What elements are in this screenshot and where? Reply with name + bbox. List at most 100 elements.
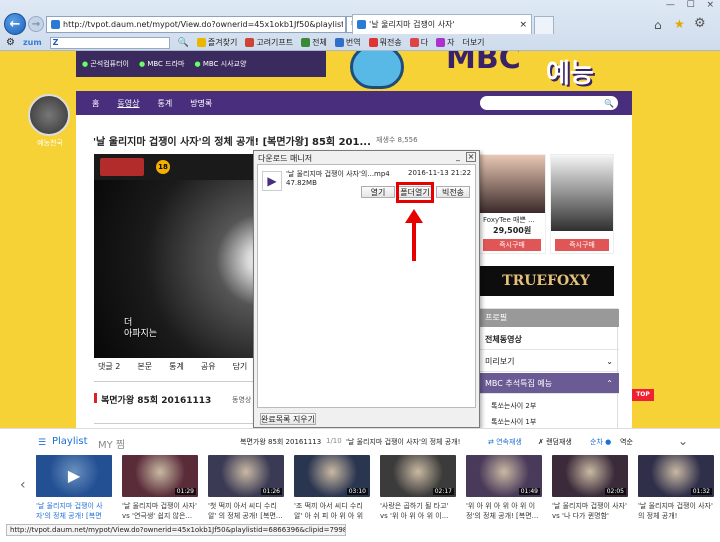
header-link-2[interactable]: ● MBC 드라마 [139, 59, 185, 69]
nav-search-icon[interactable]: 🔍 [604, 99, 614, 108]
cmd-more[interactable]: 더보기 [462, 37, 484, 48]
clip-caption: '날 울리지마 겁쟁이 사자' vs '나 다가 퀸명함' [552, 502, 627, 520]
favorites-star-icon[interactable]: ★ [674, 17, 685, 31]
clip-caption: '조 떡끼 아서 씨디 수리 알' 아 쉬 피 아 위 아 위 이... [294, 502, 364, 520]
order-sequential[interactable]: 순차 ● [590, 437, 611, 447]
tab-close-icon[interactable]: × [519, 20, 527, 30]
ad-image-2 [551, 155, 613, 231]
tab-body[interactable]: 본문 [137, 361, 152, 377]
top-button[interactable]: TOP [632, 389, 654, 401]
resend-button[interactable]: 빅전송 [436, 186, 470, 198]
playlist-thumbnail: ▶ [36, 455, 112, 497]
tab-playlist[interactable]: Playlist [52, 436, 88, 447]
playlist-item[interactable]: 01:29 '날 울리지마 겁쟁이 사자' vs '연극생' 쉽지 않은... [122, 455, 198, 529]
maximize-icon[interactable]: ☐ [687, 0, 695, 12]
ad-brand-banner[interactable]: TRUEFOXY [478, 266, 614, 296]
clear-completed-button[interactable]: 완료목록 지우기 [260, 413, 316, 425]
order-reverse[interactable]: 역순 [620, 437, 633, 447]
nav-guestbook[interactable]: 방명록 [190, 98, 212, 109]
ad-card-2[interactable]: 즉시구매 [550, 154, 614, 254]
repeat-icon: ⇄ [488, 438, 494, 446]
shuffle-toggle[interactable]: ✗ 랜덤재생 [538, 437, 572, 447]
tab-my-saved[interactable]: MY 찜 [98, 436, 125, 451]
playlist-item[interactable]: 02:05 '날 울리지마 겁쟁이 사자' vs '나 다가 퀸명함' [552, 455, 628, 529]
highlight-box [396, 182, 434, 203]
zum-logo[interactable]: zum [23, 38, 42, 47]
nav-home[interactable]: 홈 [92, 98, 99, 109]
open-button[interactable]: 열기 [361, 186, 395, 198]
clip-duration: 01:26 [260, 488, 282, 495]
now-playing-clip: '날 울리지마 겁쟁이 사자'의 정체 공개! [346, 438, 461, 446]
channel-avatar[interactable] [28, 94, 70, 136]
tools-gear-icon[interactable]: ⚙ [6, 37, 15, 48]
playlist-item[interactable]: 01:32 '날 울리지마 겁쟁이 사자' 의 정체 공개! [638, 455, 714, 529]
rating-badge: 18 [156, 160, 170, 174]
cmd-gift[interactable]: 고려기프트 [245, 37, 293, 48]
screen: ← → http://tvpot.daum.net/mypot/View.do?… [0, 0, 720, 542]
command-bar: ⚙ zum Z 🔍 즐겨찾기 고려기프트 전체 번역 뭐전송 다 자 더보기 [0, 35, 720, 50]
ad-image-1 [479, 155, 545, 213]
cmd-ja[interactable]: 자 [436, 37, 454, 48]
cmd-da[interactable]: 다 [409, 37, 428, 48]
playlist-thumbnail: 01:32 [638, 455, 714, 497]
now-playing-position: 1/10 [326, 437, 342, 445]
cmd-translate[interactable]: 번역 [334, 37, 361, 48]
cmd-all[interactable]: 전체 [301, 37, 327, 48]
clip-caption: '날 울리지마 겁쟁이 사자' vs '연극생' 쉽지 않은... [122, 502, 197, 520]
tab-stats[interactable]: 통계 [169, 361, 184, 377]
header-link-1[interactable]: ● 곤석컴퓨터이 [82, 59, 129, 69]
ad-buy-2[interactable]: 즉시구매 [555, 239, 609, 251]
clip-caption: '날 울리지마 겁쟁이 사자'의 정체 공개! [복면가... [36, 502, 103, 520]
playlist-thumbnail: 01:49 [466, 455, 542, 497]
clip-duration: 01:29 [174, 488, 196, 495]
nav-search-input[interactable]: 🔍 [480, 96, 618, 110]
nav-videos[interactable]: 동영상 [117, 98, 139, 109]
sidebar-item-all[interactable]: 전체동영상 [479, 329, 619, 350]
home-icon[interactable]: ⌂ [654, 18, 662, 32]
banner-logo: MBC [446, 51, 521, 76]
header-link-3[interactable]: ● MBC 시사교양 [194, 59, 246, 69]
playlist-thumbnail: 01:29 [122, 455, 198, 497]
tab-save[interactable]: 담기 [233, 361, 248, 377]
avatar-caption: 예능천국 [37, 139, 63, 147]
view-count: 재생수 8,556 [376, 136, 418, 144]
minimize-icon[interactable]: — [666, 0, 675, 12]
sidebar-item-special[interactable]: MBC 추석특집 예능 ⌃ [479, 373, 619, 394]
search-icon[interactable]: 🔍 [178, 38, 189, 48]
browser-tab[interactable]: '날 울리지마 겁쟁이 사자' × [352, 14, 532, 34]
playlist-item[interactable]: ▶ '날 울리지마 겁쟁이 사자'의 정체 공개! [복면가... [36, 455, 112, 529]
tab-share[interactable]: 공유 [201, 361, 216, 377]
prev-arrow-icon[interactable]: ‹ [20, 477, 26, 493]
back-button[interactable]: ← [4, 13, 26, 35]
autoplay-toggle[interactable]: ⇄ 연속재생 [488, 437, 522, 447]
playlist-item[interactable]: 01:49 '위 아 위 아 위 아 위 이 정'의 정체 공개! [복면... [466, 455, 542, 529]
sidebar-item-preview[interactable]: 미리보기 ⌄ [479, 351, 619, 372]
download-manager-dialog: 다운로드 매니저 _ × ▶ '날 울리지마 겁쟁이 사자'의...mp4 20… [253, 150, 480, 428]
playlist-item[interactable]: 03:10 '조 떡끼 아서 씨디 수리 알' 아 쉬 피 아 위 아 위 이..… [294, 455, 370, 529]
dialog-minimize-icon[interactable]: _ [456, 152, 460, 161]
red-arrow-head-icon [405, 209, 423, 223]
settings-gear-icon[interactable]: ⚙ [694, 16, 706, 31]
show-logo [100, 158, 144, 176]
radio-icon: ● [605, 438, 612, 446]
forward-button[interactable]: → [28, 16, 44, 32]
playlist-item[interactable]: 01:26 '첫 떡끼 아서 씨디 수리 알' 의 정체 공개! [복면... [208, 455, 284, 529]
ad-card-1[interactable]: FoxyTee 매쁜 ... 29,500원 즉시구매 [478, 154, 546, 254]
close-icon[interactable]: × [707, 0, 715, 12]
collapse-chevron-icon[interactable]: ⌄ [678, 434, 688, 448]
cmd-favorites[interactable]: 즐겨찾기 [196, 37, 237, 48]
file-name: '날 울리지마 겁쟁이 사자'의...mp4 [286, 170, 390, 178]
playlist-item[interactable]: 02:17 '사랑은 곱하기 될 타고' vs '위 아 위 아 위 이... [380, 455, 456, 529]
ad-buy-1[interactable]: 즉시구매 [483, 239, 541, 251]
new-tab-button[interactable] [534, 16, 554, 34]
dialog-close-icon[interactable]: × [466, 152, 476, 162]
red-arrow-shaft [412, 221, 416, 261]
zum-search-box[interactable]: Z [49, 36, 170, 49]
clip-duration: 01:49 [518, 488, 540, 495]
video-file-icon: ▶ [262, 171, 282, 191]
tab-comments[interactable]: 댓글 2 [98, 361, 120, 377]
address-bar[interactable]: http://tvpot.daum.net/mypot/View.do?owne… [46, 16, 346, 33]
cmd-send[interactable]: 뭐전송 [368, 37, 402, 48]
nav-stats[interactable]: 통계 [157, 98, 172, 109]
video-title: '날 울리지마 겁쟁이 사자'의 정체 공개! [복면가왕] 85회 201..… [93, 137, 371, 148]
